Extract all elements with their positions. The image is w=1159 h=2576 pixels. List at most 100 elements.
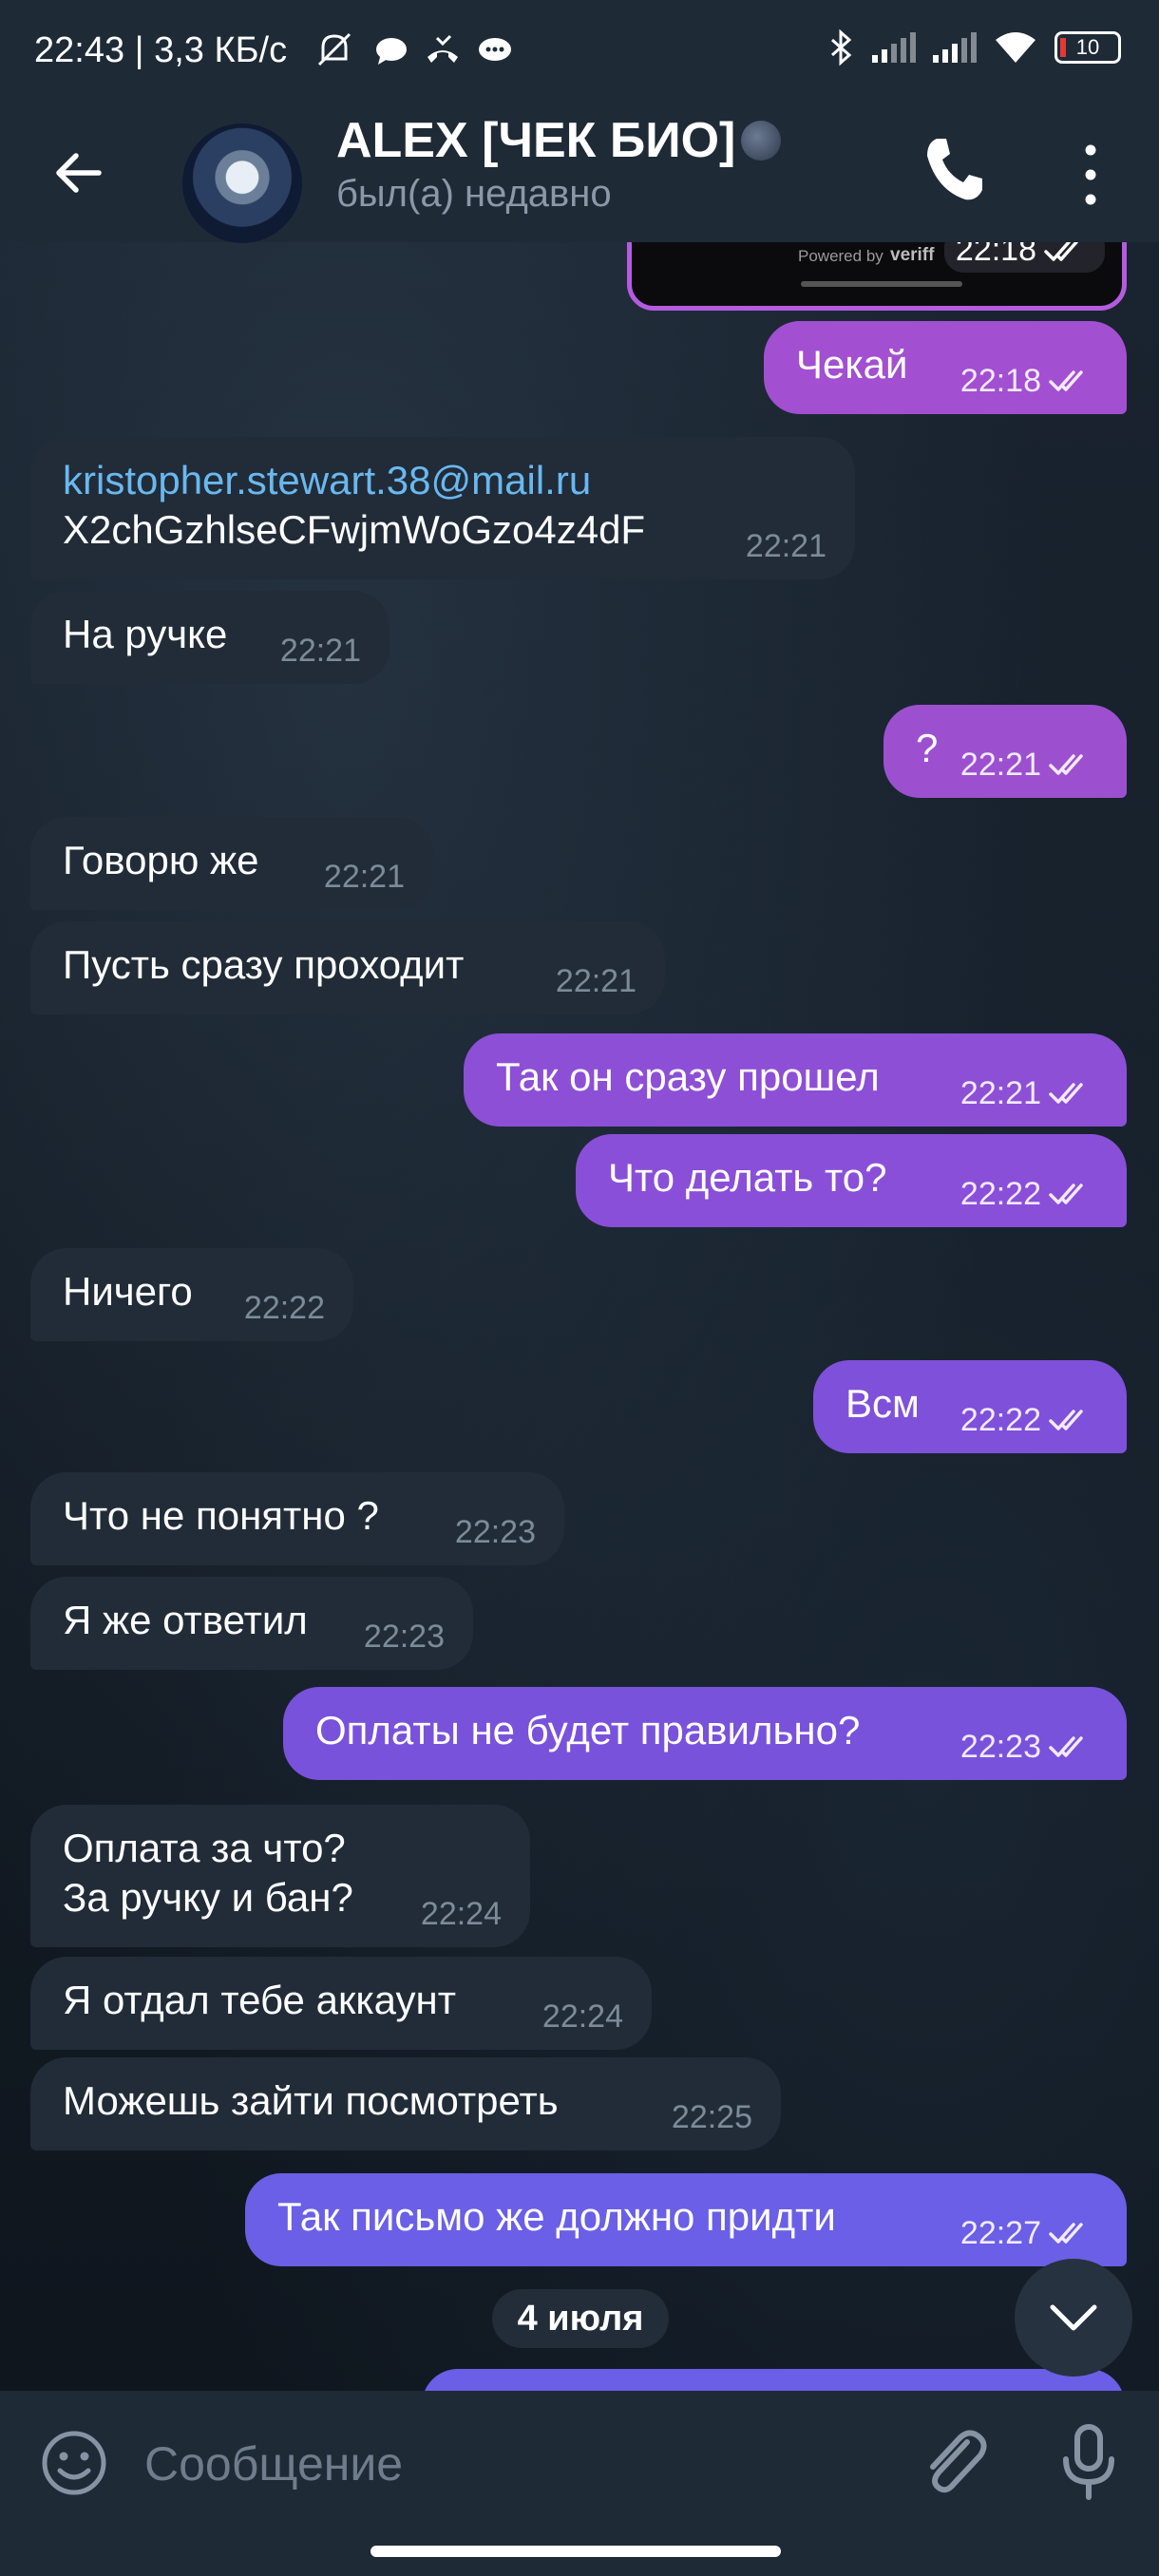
chevron-down-icon [1050, 2304, 1097, 2331]
message-meta: 22:21 [556, 965, 636, 997]
message-text: Можешь зайти посмотреть [63, 2078, 559, 2123]
incoming-message[interactable]: Что не понятно ? 22:23 [30, 1472, 564, 1565]
back-arrow-icon[interactable] [48, 142, 108, 203]
message-meta: 22:21 [960, 1077, 1098, 1109]
message-meta: 22:24 [542, 2000, 623, 2033]
microphone-icon[interactable] [1054, 2421, 1123, 2503]
outgoing-message[interactable]: Так он сразу прошел 22:21 [464, 1033, 1127, 1127]
message-meta: 22:21 [280, 635, 361, 667]
outgoing-message[interactable]: Чекай 22:18 [764, 321, 1127, 414]
incoming-message[interactable]: Ничего 22:22 [30, 1248, 353, 1341]
incoming-message[interactable]: Оплата за что? За ручку и бан? 22:24 [30, 1805, 530, 1947]
message-time: 22:21 [960, 1075, 1041, 1111]
incoming-message[interactable]: Говорю же 22:21 [30, 817, 433, 910]
read-checks-icon [1049, 1410, 1083, 1430]
outgoing-message[interactable]: ? 22:21 [884, 705, 1127, 798]
outgoing-message[interactable]: Так письмо же должно придти 22:27 [245, 2173, 1127, 2266]
message-time: 22:22 [960, 1176, 1041, 1212]
message-time: 22:22 [960, 1402, 1041, 1438]
media-message-bubble[interactable]: Powered by veriff 22:18 [627, 242, 1127, 311]
message-text: Пусть сразу проходит [63, 942, 465, 987]
chat-header: ALEX [ЧЕК БИО] был(а) недавно [0, 104, 1159, 243]
read-checks-icon [1049, 1184, 1083, 1204]
message-time: 22:23 [454, 1514, 536, 1550]
message-time: 22:24 [542, 1998, 623, 2035]
message-time: 22:23 [363, 1619, 445, 1655]
signal-icon-2 [933, 32, 977, 63]
message-input[interactable] [142, 2429, 887, 2499]
message-meta: 22:24 [421, 1898, 502, 1930]
message-time: 22:24 [420, 1896, 502, 1932]
message-time: 22:23 [960, 1729, 1041, 1765]
message-meta: 22:25 [672, 2101, 752, 2133]
message-time: 22:25 [671, 2099, 752, 2135]
signal-icon-1 [872, 32, 916, 63]
scroll-to-bottom-button[interactable] [1015, 2259, 1132, 2377]
outgoing-message[interactable]: Всм 22:22 [813, 1360, 1127, 1453]
message-meta: 22:23 [364, 1620, 445, 1653]
incoming-message[interactable]: kristopher.stewart.38@mail.ru X2chGzhlseC… [30, 437, 855, 579]
missed-call-icon [424, 34, 462, 71]
incoming-message[interactable]: Я же ответил 22:23 [30, 1577, 473, 1670]
chat-notification-icon [374, 36, 408, 71]
incoming-message[interactable]: Пусть сразу проходит 22:21 [30, 921, 665, 1014]
read-checks-icon [1049, 754, 1083, 775]
message-time: 22:21 [555, 963, 636, 999]
read-checks-icon [1049, 2223, 1083, 2244]
message-notification-icon [477, 36, 513, 71]
status-bar: 22:43 | 3,3 КБ/с 10 [0, 0, 1159, 104]
bluetooth-icon [831, 28, 852, 66]
status-time: 22:43 | 3,3 КБ/с [34, 30, 288, 70]
media-scrubber [801, 281, 962, 287]
message-meta: 22:22 [960, 1404, 1098, 1436]
more-menu-icon[interactable] [1074, 137, 1108, 213]
message-meta: 22:23 [960, 1731, 1098, 1763]
message-time: 22:27 [960, 2215, 1041, 2251]
email-link[interactable]: kristopher.stewart.38@mail.ru [63, 456, 823, 505]
message-meta: 22:21 [960, 748, 1098, 781]
read-checks-icon [1049, 1083, 1083, 1104]
last-seen-status: был(а) недавно [336, 173, 612, 215]
paperclip-icon[interactable] [918, 2425, 992, 2501]
message-meta: 22:22 [244, 1292, 325, 1324]
incoming-message[interactable]: Я отдал тебе аккаунт 22:24 [30, 1957, 652, 2050]
battery-icon: 10 [1054, 31, 1121, 64]
media-time: 22:18 [955, 242, 1036, 268]
message-time: 22:21 [960, 747, 1041, 783]
message-time: 22:21 [279, 633, 361, 669]
status-icons: 10 [826, 28, 1121, 66]
chat-title-text: ALEX [ЧЕК БИО] [336, 113, 736, 168]
wifi-icon [996, 32, 1036, 63]
message-meta: 22:27 [960, 2217, 1098, 2249]
home-indicator[interactable] [370, 2546, 781, 2557]
message-time: 22:18 [960, 363, 1041, 399]
message-meta: 22:23 [455, 1516, 536, 1548]
message-meta: 22:21 [324, 861, 405, 893]
message-meta: 22:21 [746, 530, 826, 562]
incoming-message[interactable]: Можешь зайти посмотреть 22:25 [30, 2057, 781, 2150]
read-checks-icon [1044, 242, 1078, 261]
veriff-logo-text: veriff [890, 245, 935, 265]
mute-icon [314, 30, 355, 73]
battery-level: 10 [1075, 35, 1100, 59]
message-text: X2chGzhlseCFwjmWoGzo4z4dF [63, 507, 646, 552]
avatar[interactable] [182, 123, 302, 243]
read-checks-icon [1049, 1736, 1083, 1757]
message-meta: 22:22 [960, 1178, 1098, 1210]
moon-emoji-icon [741, 121, 782, 161]
outgoing-message[interactable]: Оплаты не будет правильно? 22:23 [283, 1687, 1127, 1780]
phone-icon[interactable] [920, 133, 986, 207]
emoji-icon[interactable] [40, 2429, 108, 2497]
chat-title[interactable]: ALEX [ЧЕК БИО] [336, 112, 782, 169]
outgoing-message[interactable]: Что делать то? 22:22 [576, 1134, 1127, 1227]
incoming-message[interactable]: На ручке 22:21 [30, 591, 390, 684]
message-time: 22:21 [323, 859, 405, 895]
read-checks-icon [1049, 370, 1083, 391]
date-separator: 4 июля [492, 2289, 669, 2348]
powered-by-label: Powered by [798, 247, 884, 265]
message-time: 22:22 [243, 1290, 325, 1326]
message-meta: 22:18 [960, 365, 1098, 397]
message-text: Я отдал тебе аккаунт [63, 1978, 456, 2022]
media-time-badge: 22:18 [943, 242, 1105, 273]
message-time: 22:21 [745, 528, 826, 564]
